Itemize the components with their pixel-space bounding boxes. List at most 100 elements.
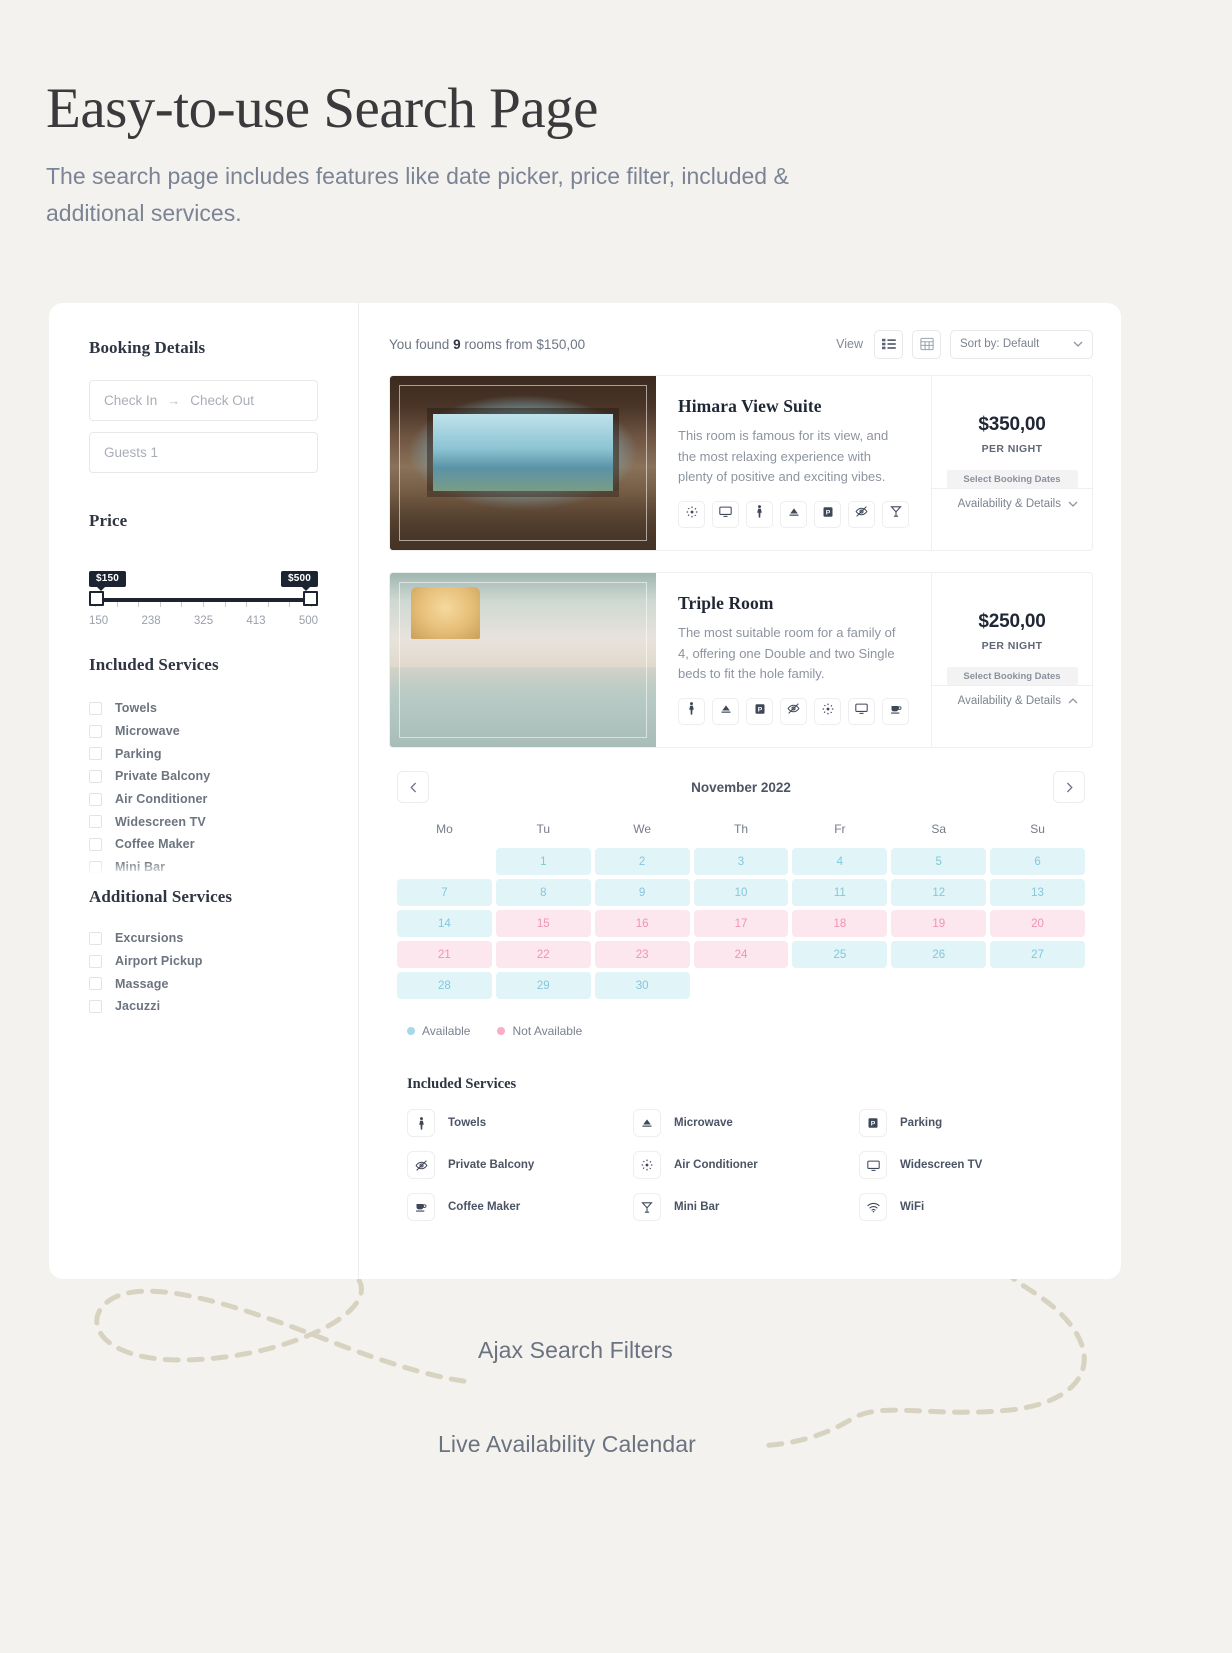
calendar-day-available[interactable]: 8 [495,879,591,906]
towels-icon [754,505,765,523]
price-range-slider[interactable]: $150 $500 150 238 325 413 500 [89,571,318,627]
room-card[interactable]: Triple Room The most suitable room for a… [389,572,1093,748]
microwave-icon-button[interactable] [780,500,807,528]
service-checkbox-row[interactable]: Microwave [89,720,318,743]
checkbox[interactable] [89,954,102,968]
towels-icon-button[interactable] [746,500,773,528]
room-price: $250,00 [978,611,1046,632]
checkbox[interactable] [89,931,102,945]
mini-bar-icon [889,505,902,523]
service-checkbox-row[interactable]: Coffee Maker [89,833,318,856]
checkbox[interactable] [89,747,102,761]
calendar-day-unavailable: 15 [495,910,591,937]
calendar-day-available[interactable]: 3 [693,848,789,875]
calendar-day-available[interactable]: 13 [990,879,1085,906]
svg-text:P: P [871,1121,876,1128]
calendar-day-available[interactable]: 28 [397,972,492,999]
checkbox[interactable] [89,977,102,991]
private-balcony-icon-button[interactable] [780,697,807,725]
room-title: Himara View Suite [678,396,822,416]
chevron-right-icon [1066,782,1073,792]
additional-services-list[interactable]: Excursions Airport Pickup Massage Jacuzzi [89,927,318,1018]
included-services-list[interactable]: Towels Microwave Parking Private Balcony Air… [89,697,318,879]
calendar-day-available[interactable]: 29 [495,972,591,999]
calendar-day-available[interactable]: 14 [397,910,492,937]
service-checkbox-row[interactable]: Parking [89,742,318,765]
service-checkbox-row[interactable]: Airport Pickup [89,950,318,973]
room-price: $350,00 [978,414,1046,435]
checkbox[interactable] [89,837,102,851]
checkbox[interactable] [89,792,102,806]
service-checkbox-row[interactable]: Towels [89,697,318,720]
widescreen-tv-icon-button[interactable] [712,500,739,528]
sort-select[interactable]: Sort by: Default [950,329,1093,359]
private-balcony-icon-button[interactable] [848,500,875,528]
slider-handle-min[interactable] [89,591,104,606]
service-checkbox-row[interactable]: Jacuzzi [89,995,318,1018]
room-card[interactable]: Himara View Suite This room is famous fo… [389,375,1093,551]
calendar-day-available[interactable]: 12 [891,879,987,906]
calendar-prev-button[interactable] [397,771,429,803]
calendar-day-available[interactable]: 2 [594,848,690,875]
availability-calendar: November 2022 Mo Tu We Th Fr Sa Su 1 2 3 4 5 6 7 8 9 10… [389,770,1093,1221]
coffee-maker-icon-button[interactable] [882,697,909,725]
checkbox[interactable] [89,815,102,829]
towels-icon [686,702,697,720]
select-booking-dates-button[interactable]: Select Booking Dates [946,667,1078,685]
included-service-item: WiFi [859,1193,1085,1221]
calendar-day-available[interactable]: 11 [792,879,888,906]
legend-available-dot [407,1027,415,1035]
calendar-day-available[interactable]: 9 [594,879,690,906]
checkbox[interactable] [89,724,102,738]
date-range-input[interactable]: Check In → Check Out [89,380,318,421]
towels-icon [407,1109,435,1137]
calendar-week-row: 21 22 23 24 25 26 27 [397,941,1085,968]
air-conditioner-icon [821,702,834,720]
guests-input[interactable]: Guests 1 [89,432,318,473]
calendar-weekday: Sa [931,822,947,836]
calendar-day-available[interactable]: 25 [792,941,888,968]
calendar-day-available[interactable]: 10 [693,879,789,906]
air-conditioner-icon-button[interactable] [678,500,705,528]
price-scale: 150 238 325 413 500 [89,615,318,627]
mini-bar-icon [633,1193,661,1221]
mini-bar-icon-button[interactable] [882,500,909,528]
calendar-day-available[interactable]: 5 [891,848,987,875]
calendar-day-available[interactable]: 7 [397,879,492,906]
service-checkbox-row[interactable]: Widescreen TV [89,810,318,833]
calendar-day-available[interactable]: 6 [990,848,1085,875]
availability-details-toggle[interactable]: Availability & Details [932,685,1092,715]
calendar-day-available[interactable]: 4 [792,848,888,875]
service-checkbox-row[interactable]: Massage [89,972,318,995]
checkbox[interactable] [89,701,102,715]
service-checkbox-row[interactable]: Private Balcony [89,765,318,788]
widescreen-tv-icon-button[interactable] [848,697,875,725]
parking-icon-button[interactable]: P [814,500,841,528]
calendar-day-available[interactable]: 30 [594,972,690,999]
list-view-button[interactable] [874,329,903,359]
service-label: Air Conditioner [115,792,208,807]
towels-icon-button[interactable] [678,697,705,725]
air-conditioner-icon-button[interactable] [814,697,841,725]
slider-handle-max[interactable] [303,591,318,606]
service-checkbox-row[interactable]: Air Conditioner [89,788,318,811]
calendar-month-label: November 2022 [691,779,791,795]
search-results-main: You found 9 rooms from $150,00 View Sort… [359,303,1121,1279]
calendar-day-available[interactable]: 26 [891,941,987,968]
microwave-icon-button[interactable] [712,697,739,725]
room-title: Triple Room [678,593,774,613]
grid-view-button[interactable] [912,329,941,359]
availability-details-toggle[interactable]: Availability & Details [932,488,1092,518]
calendar-day-available[interactable]: 1 [495,848,591,875]
parking-icon-button[interactable]: P [746,697,773,725]
calendar-next-button[interactable] [1053,771,1085,803]
checkbox[interactable] [89,769,102,783]
checkbox[interactable] [89,999,102,1013]
included-services-grid: Towels Microwave P Parking Private Balcony Ai… [397,1109,1085,1221]
service-checkbox-row[interactable]: Excursions [89,927,318,950]
select-booking-dates-button[interactable]: Select Booking Dates [946,470,1078,488]
parking-icon: P [754,702,766,720]
calendar-day-available[interactable]: 27 [990,941,1085,968]
included-service-item: Private Balcony [407,1151,633,1179]
hero-section: Easy-to-use Search Page The search page … [46,78,946,232]
